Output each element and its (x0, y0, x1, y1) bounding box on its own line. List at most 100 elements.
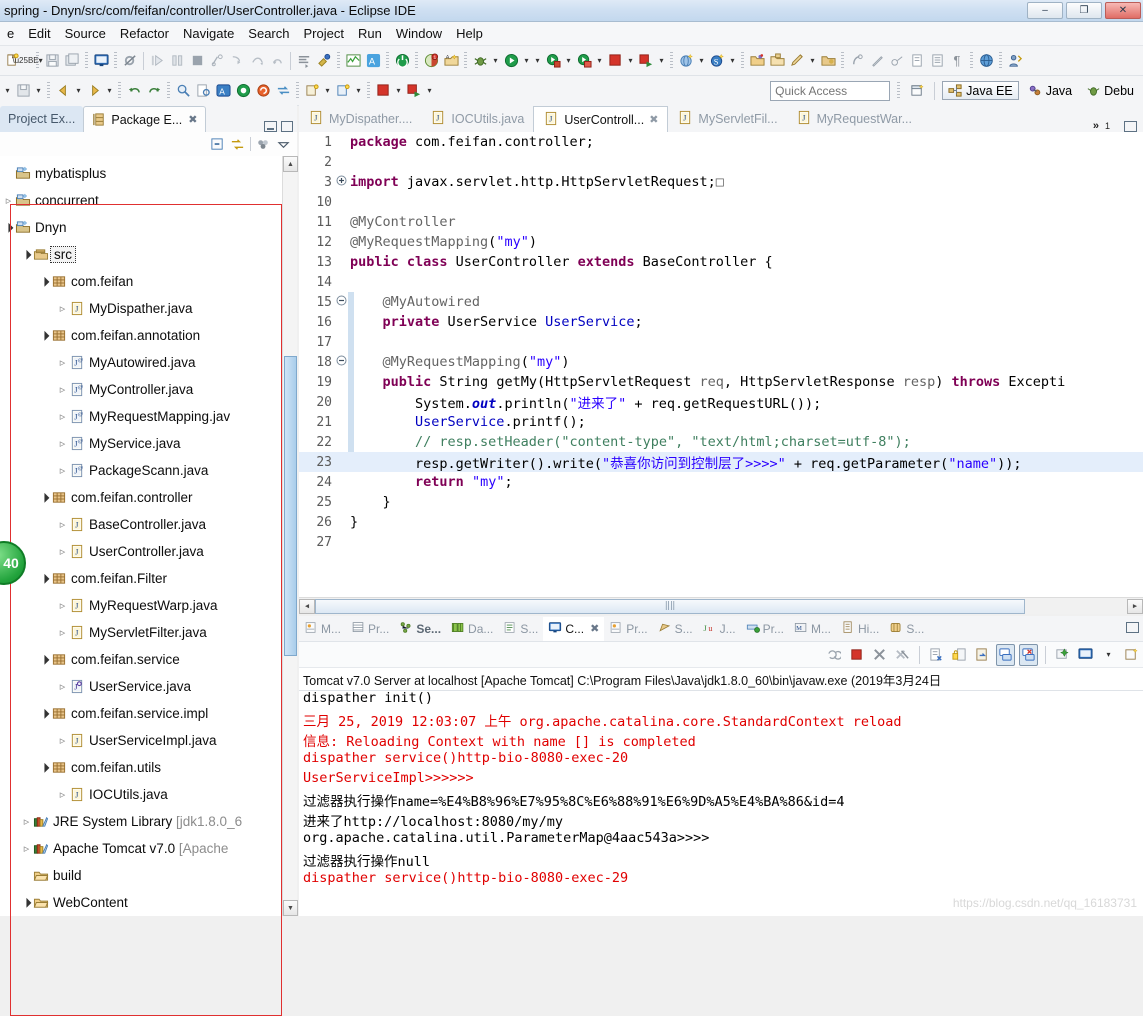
toolbar-overflow-icon[interactable]: ▾ (2, 80, 13, 102)
refresh-icon[interactable] (253, 80, 273, 102)
tree-item-packagescann-java[interactable]: J@PackageScann.java (0, 457, 297, 484)
close-button[interactable]: ✕ (1105, 2, 1141, 19)
team-sync-icon[interactable] (1005, 50, 1025, 72)
tree-item-concurrent[interactable]: concurrent (0, 187, 297, 214)
debug-dropdown-icon[interactable]: ▾ (490, 50, 501, 72)
editor-code-area[interactable]: 1 package com.feifan.controller; 2 3 import … (299, 132, 1143, 614)
tree-item-build[interactable]: build (0, 862, 297, 889)
link-icon[interactable] (847, 50, 867, 72)
new-class-dropdown-icon[interactable]: ▾ (353, 80, 364, 102)
publish-icon[interactable] (636, 50, 656, 72)
tree-item-com-feifan-utils[interactable]: com.feifan.utils (0, 754, 297, 781)
menu-item-run[interactable]: Run (351, 24, 389, 43)
stop-server-dropdown-icon[interactable]: ▾ (625, 50, 636, 72)
tree-item-myservice-java[interactable]: J@MyService.java (0, 430, 297, 457)
ruler-icon[interactable] (867, 50, 887, 72)
chevron-down-icon[interactable] (38, 331, 51, 340)
hscrollbar-thumb[interactable]: ‖‖ (315, 598, 1025, 614)
code-line[interactable]: 16 private UserService UserService; (299, 312, 1143, 332)
console-tab-progress[interactable]: Pr... (741, 617, 789, 641)
link-with-editor-icon[interactable] (230, 137, 245, 152)
back-arrow-icon[interactable] (53, 80, 73, 102)
chevron-right-icon[interactable] (56, 410, 69, 423)
remove-all-consoles-icon[interactable] (893, 644, 912, 666)
view-menu-icon[interactable] (276, 137, 291, 152)
chevron-down-icon[interactable] (38, 574, 51, 583)
scroll-lock-icon[interactable] (950, 644, 969, 666)
search-magnifier-icon[interactable] (173, 80, 193, 102)
run-on-server-dropdown-icon[interactable]: ▾ (563, 50, 574, 72)
chevron-right-icon[interactable] (56, 437, 69, 450)
extra-dropdown-icon[interactable]: ▾ (532, 50, 543, 72)
menu-item-refactor[interactable]: Refactor (113, 24, 176, 43)
run-dropdown-icon[interactable]: ▾ (521, 50, 532, 72)
pilcrow-icon[interactable]: ¶ (947, 50, 967, 72)
edit-dropdown-icon[interactable]: ▾ (807, 50, 818, 72)
tree-item-com-feifan-service[interactable]: com.feifan.service (0, 646, 297, 673)
new-java-dropdown-icon[interactable]: ▾ (322, 80, 333, 102)
tree-item-com-feifan-service-impl[interactable]: com.feifan.service.impl (0, 700, 297, 727)
code-line[interactable]: 23 resp.getWriter().write("恭喜你访问到控制层了>>>… (299, 452, 1143, 472)
quick-access-input[interactable] (770, 80, 891, 101)
code-line[interactable]: 22 // resp.setHeader("content-type", "te… (299, 432, 1143, 452)
resume-icon[interactable] (147, 50, 167, 72)
back-dropdown-icon[interactable]: ▾ (73, 80, 84, 102)
save-small-icon[interactable] (13, 80, 33, 102)
chevron-right-icon[interactable] (56, 518, 69, 531)
menu-item-source[interactable]: Source (58, 24, 113, 43)
code-line[interactable]: 2 (299, 152, 1143, 172)
editor-tab-myservletfil[interactable]: J MyServletFil... (668, 106, 786, 132)
spray-icon[interactable] (887, 50, 907, 72)
tree-item-myservletfilter-java[interactable]: JMyServletFilter.java (0, 619, 297, 646)
search-globe-icon[interactable]: S (707, 50, 727, 72)
tree-item-src[interactable]: src (0, 241, 297, 268)
red-square-dropdown-icon[interactable]: ▾ (393, 80, 404, 102)
tree-item-com-feifan[interactable]: com.feifan (0, 268, 297, 295)
console-tab-markers[interactable]: M... (299, 617, 346, 641)
minimize-view-icon[interactable] (264, 121, 277, 132)
chevron-right-icon[interactable] (56, 599, 69, 612)
chevron-right-icon[interactable] (56, 356, 69, 369)
console-tab-synchronize[interactable]: S... (884, 617, 929, 641)
code-line[interactable]: 24 return "my"; (299, 472, 1143, 492)
undo-icon[interactable] (124, 80, 144, 102)
scroll-up-icon[interactable]: ▲ (283, 156, 298, 172)
open-resource-icon[interactable] (767, 50, 787, 72)
tree-item-basecontroller-java[interactable]: JBaseController.java (0, 511, 297, 538)
tree-item-userservice-java[interactable]: JUserService.java (0, 673, 297, 700)
tree-item-userserviceimpl-java[interactable]: JUserServiceImpl.java (0, 727, 297, 754)
close-icon[interactable]: ✖ (649, 113, 658, 126)
code-line[interactable]: 1 package com.feifan.controller; (299, 132, 1143, 152)
tree-item-jre-system-library[interactable]: JRE System Library [jdk1.8.0_6 (0, 808, 297, 835)
console-dropdown-icon[interactable]: ▾ (1099, 644, 1118, 666)
tree-item-webcontent[interactable]: WebContent (0, 889, 297, 916)
tree-item-iocutils-java[interactable]: JIOCUtils.java (0, 781, 297, 808)
globe-icon[interactable] (976, 50, 996, 72)
tree-item-mydispather-java[interactable]: JMyDispather.java (0, 295, 297, 322)
terminate-icon[interactable] (187, 50, 207, 72)
chevron-down-icon[interactable] (38, 709, 51, 718)
redo-icon[interactable] (144, 80, 164, 102)
run-on-server-icon[interactable] (543, 50, 563, 72)
tree-item-myautowired-java[interactable]: J@MyAutowired.java (0, 349, 297, 376)
search-globe-dropdown-icon[interactable]: ▾ (727, 50, 738, 72)
chevron-right-icon[interactable] (20, 815, 33, 828)
code-line[interactable]: 11 @MyController (299, 212, 1143, 232)
power-icon[interactable] (392, 50, 412, 72)
console-tab-history[interactable]: Hi... (836, 617, 884, 641)
console-tab-console[interactable]: C... ✖ (543, 616, 605, 641)
skip-breakpoints-icon[interactable] (120, 50, 140, 72)
close-icon[interactable]: ✖ (590, 622, 599, 635)
publish-green-dropdown-icon[interactable]: ▾ (424, 80, 435, 102)
edit-pencil-icon[interactable] (787, 50, 807, 72)
save-all-icon[interactable] (62, 50, 82, 72)
code-line[interactable]: 18 @MyRequestMapping("my") (299, 352, 1143, 372)
code-line[interactable]: 13 public class UserController extends Ba… (299, 252, 1143, 272)
tree-item-mycontroller-java[interactable]: J@MyController.java (0, 376, 297, 403)
remove-console-icon[interactable] (870, 644, 889, 666)
chevron-down-icon[interactable] (38, 277, 51, 286)
new-dropdown-icon[interactable]: \u25BE ▾ (12, 50, 42, 72)
open-type-icon[interactable] (747, 50, 767, 72)
chevron-down-icon[interactable] (20, 898, 33, 907)
new-java-project-icon[interactable] (302, 80, 322, 102)
